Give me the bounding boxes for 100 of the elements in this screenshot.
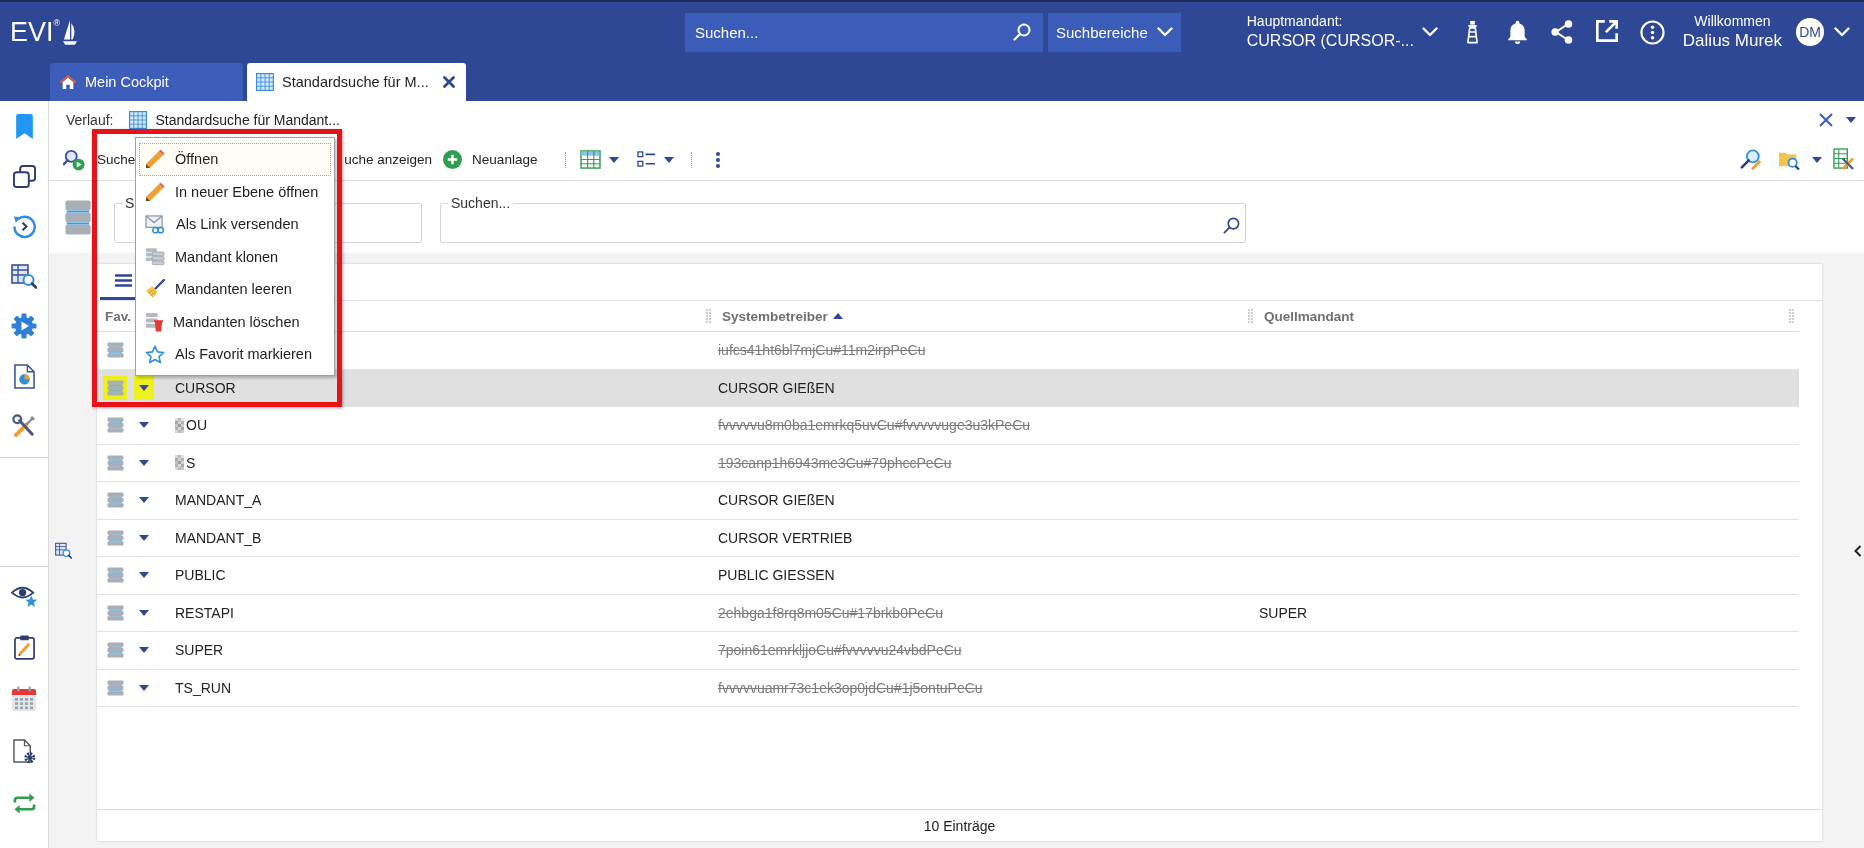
- column-header[interactable]: Fav.: [105, 308, 131, 324]
- search-icon[interactable]: [1013, 23, 1031, 41]
- menu-item[interactable]: Mandanten leeren: [139, 273, 331, 306]
- lines-icon: [114, 274, 132, 287]
- table-cell: 2ehbga1f8rq8m05Cu#17brkb0PeCu: [718, 604, 943, 621]
- table-cell: 193canp1h6943me3Cu#79phccPeCu: [718, 454, 952, 471]
- close-icon[interactable]: [1819, 113, 1833, 127]
- tools-icon[interactable]: [11, 413, 37, 439]
- new-entry-button[interactable]: Neuanlage: [443, 144, 538, 175]
- history-label: Verlauf:: [66, 112, 114, 128]
- stacked-windows-icon[interactable]: [12, 164, 36, 188]
- table-cell: PUBLIC GIESSEN: [718, 567, 835, 584]
- stack-icon: [65, 200, 91, 235]
- table-cell: 7poin61emrkljjoCu#fvvvvvu24vbdPeCu: [718, 642, 962, 659]
- search-scope-button[interactable]: Suchbereiche: [1048, 12, 1181, 52]
- table-tools-icon[interactable]: [1833, 148, 1854, 171]
- more-icon[interactable]: [716, 151, 721, 168]
- stack-icon: [106, 492, 124, 509]
- show-search-button[interactable]: uche anzeigen: [344, 144, 433, 175]
- menu-item[interactable]: Als Link versenden: [139, 208, 331, 241]
- table-icon[interactable]: [580, 150, 602, 169]
- grip-icon[interactable]: [1789, 309, 1794, 323]
- table-cell: RESTAPI: [175, 604, 234, 621]
- grip-icon[interactable]: [1248, 309, 1253, 323]
- repeat-icon[interactable]: [11, 791, 37, 815]
- sort-ascending-icon[interactable]: [832, 313, 843, 319]
- search-icon[interactable]: [1223, 216, 1240, 234]
- stack-icon: [106, 417, 124, 434]
- stack-icon: [106, 342, 124, 359]
- column-header[interactable]: Quellmandant: [1248, 301, 1789, 331]
- table-row[interactable]: OU fvvvvvu8m0ba1emrkq5uvCu#fvvvvvuge3u3kPeCu: [97, 407, 1799, 445]
- list-icon[interactable]: [637, 151, 657, 168]
- menu-item[interactable]: Als Favorit markieren: [139, 338, 331, 371]
- more-options-icon[interactable]: [1639, 19, 1665, 45]
- table-row[interactable]: CURSOR CURSOR GIEßEN: [97, 369, 1799, 407]
- caret-icon: [139, 384, 149, 391]
- close-icon[interactable]: [443, 76, 455, 88]
- tab[interactable]: Standardsuche für M...: [247, 63, 466, 101]
- caret-icon[interactable]: [139, 572, 149, 579]
- caret-icon[interactable]: [139, 459, 149, 466]
- row-menu-button[interactable]: [134, 375, 154, 400]
- caret-icon[interactable]: [139, 534, 149, 541]
- table-search-icon[interactable]: [11, 263, 37, 289]
- caret-icon[interactable]: [1846, 117, 1856, 123]
- stack-trash-icon: [145, 311, 163, 332]
- document-gear-icon[interactable]: [12, 738, 36, 764]
- table-cell: CURSOR: [175, 379, 236, 396]
- bookmark-icon[interactable]: [15, 113, 33, 139]
- menu-item[interactable]: Öffnen: [139, 143, 331, 176]
- search-field[interactable]: Suchen...: [440, 195, 1246, 243]
- caret-icon[interactable]: [139, 609, 149, 616]
- search-button[interactable]: Suche: [63, 144, 136, 175]
- history-link[interactable]: Standardsuche für Mandant...: [129, 111, 340, 129]
- menu-item[interactable]: In neuer Ebene öffnen: [139, 175, 331, 208]
- document-chart-icon[interactable]: [13, 363, 35, 389]
- history-icon[interactable]: [11, 213, 37, 239]
- lighthouse-icon[interactable]: [1464, 19, 1480, 44]
- entry-count: 10 Einträge: [923, 817, 996, 834]
- chevron-left-icon[interactable]: [1854, 544, 1862, 557]
- chevron-down-icon: [1156, 27, 1173, 37]
- chevron-down-icon[interactable]: [1421, 27, 1438, 37]
- chevron-down-icon[interactable]: [1834, 27, 1851, 37]
- grip-icon[interactable]: [706, 309, 711, 323]
- caret-icon[interactable]: [139, 497, 149, 504]
- share-icon[interactable]: [1551, 19, 1574, 44]
- menu-item[interactable]: Mandant klonen: [139, 240, 331, 273]
- calendar-icon[interactable]: [11, 686, 37, 712]
- table-search-icon[interactable]: [55, 542, 72, 559]
- gear-play-icon[interactable]: [11, 313, 37, 339]
- table-row[interactable]: TS_RUN fvvvvvuamr73c1ek3op0jdCu#1j5ontuPeCu: [97, 669, 1799, 707]
- user-name: Dalius Murek: [1682, 30, 1783, 52]
- caret-icon[interactable]: [664, 156, 675, 163]
- table-cell: MANDANT_B: [175, 529, 262, 546]
- clipboard-pencil-icon[interactable]: [13, 634, 35, 660]
- bell-icon[interactable]: [1507, 19, 1527, 44]
- table-cell: S: [186, 454, 196, 471]
- avatar[interactable]: DM: [1796, 18, 1825, 46]
- caret-icon[interactable]: [609, 156, 620, 163]
- table-cell: iufcs41ht6bl7mjCu#11m2irpPeCu: [718, 342, 926, 359]
- table-cell: fvvvvvu8m0ba1emrkq5uvCu#fvvvvvuge3u3kPeCu: [718, 417, 1031, 434]
- pencil-icon: [145, 181, 165, 202]
- envelope-link-icon: [145, 214, 166, 234]
- caret-icon[interactable]: [139, 684, 149, 691]
- table-row[interactable]: RESTAPI 2ehbga1f8rq8m05Cu#17brkb0PeCu SUPER: [97, 594, 1799, 632]
- caret-icon[interactable]: [1812, 156, 1822, 163]
- table-row[interactable]: MANDANT_A CURSOR GIEßEN: [97, 482, 1799, 520]
- table-row[interactable]: MANDANT_B CURSOR VERTRIEB: [97, 519, 1799, 557]
- table-row[interactable]: S 193canp1h6943me3Cu#79phccPeCu: [97, 444, 1799, 482]
- column-header[interactable]: Systembetreiber: [706, 301, 1248, 331]
- star-icon: [145, 344, 165, 364]
- client-label: Hauptmandant:: [1246, 13, 1344, 31]
- external-link-icon[interactable]: [1596, 19, 1619, 42]
- table-row[interactable]: SUPER 7poin61emrkljjoCu#fvvvvvu24vbdPeCu: [97, 632, 1799, 670]
- caret-icon[interactable]: [139, 647, 149, 654]
- search-pencil-icon[interactable]: [1740, 148, 1762, 171]
- stack-icon: [106, 454, 124, 471]
- caret-icon[interactable]: [139, 422, 149, 429]
- search-field[interactable]: Suchen...: [685, 12, 1043, 52]
- table-row[interactable]: PUBLIC PUBLIC GIESSEN: [97, 557, 1799, 595]
- tab[interactable]: Mein Cockpit: [50, 63, 243, 101]
